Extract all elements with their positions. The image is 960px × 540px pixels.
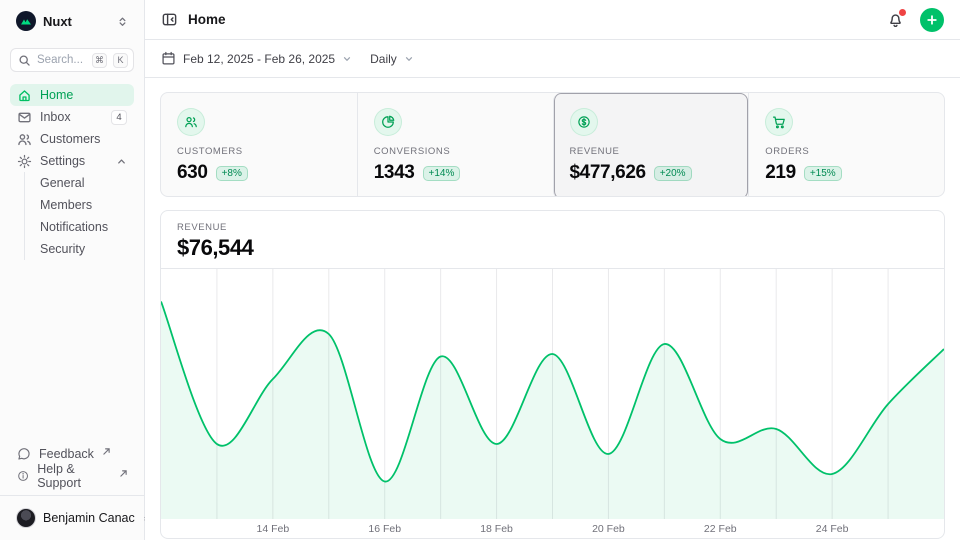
stat-orders[interactable]: ORDERS 219 +15%: [748, 93, 944, 197]
chevron-up-icon: [116, 156, 127, 167]
x-axis-label: 18 Feb: [480, 523, 513, 535]
sidebar-item-customers[interactable]: Customers: [10, 128, 134, 150]
calendar-icon: [161, 51, 176, 66]
stat-delta-badge: +14%: [423, 166, 461, 181]
stat-customers[interactable]: CUSTOMERS 630 +8%: [161, 93, 357, 197]
topbar: Home: [145, 0, 960, 40]
search-input[interactable]: Search... ⌘ K: [10, 48, 134, 72]
sidebar-footer: Feedback Help & Support Benjamin Canac: [0, 443, 144, 532]
sidebar-item-inbox[interactable]: Inbox 4: [10, 106, 134, 128]
sidebar: Nuxt Search... ⌘ K Home Inbox 4 Cust: [0, 0, 145, 540]
external-link-icon: [120, 466, 127, 480]
stat-delta-badge: +20%: [654, 166, 692, 181]
sidebar-item-label: Inbox: [40, 110, 103, 124]
user-name: Benjamin Canac: [43, 511, 135, 525]
stat-value: $477,626: [570, 162, 646, 184]
users-icon: [177, 108, 205, 136]
sub-item-label: Notifications: [40, 220, 108, 234]
x-axis: 14 Feb 16 Feb 18 Feb 20 Feb 22 Feb 24 Feb: [161, 519, 944, 538]
collapse-sidebar-button[interactable]: [161, 11, 178, 28]
stat-label: ORDERS: [765, 146, 928, 157]
chart-value: $76,544: [177, 235, 928, 261]
stat-revenue[interactable]: REVENUE $477,626 +20%: [553, 93, 749, 197]
nuxt-logo-icon: [16, 11, 36, 31]
stat-value: 219: [765, 162, 796, 184]
sub-item-label: Security: [40, 242, 85, 256]
stat-conversions[interactable]: CONVERSIONS 1343 +14%: [357, 93, 553, 197]
info-circle-icon: [17, 469, 29, 483]
search-placeholder: Search...: [37, 54, 86, 66]
shopping-cart-icon: [765, 108, 793, 136]
notifications-button[interactable]: [887, 11, 904, 28]
page-title: Home: [188, 12, 877, 27]
stat-label: CUSTOMERS: [177, 146, 341, 157]
revenue-chart-svg: [161, 269, 944, 519]
x-axis-label: 16 Feb: [368, 523, 401, 535]
sidebar-item-home[interactable]: Home: [10, 84, 134, 106]
dollar-circle-icon: [570, 108, 598, 136]
stats-row: CUSTOMERS 630 +8% CONVERSIONS 1343 +14%: [160, 92, 945, 197]
sub-item-label: Members: [40, 198, 92, 212]
stat-value: 630: [177, 162, 208, 184]
granularity-select[interactable]: Daily: [370, 52, 414, 66]
sidebar-item-settings[interactable]: Settings: [10, 150, 134, 172]
user-menu-button[interactable]: Benjamin Canac: [10, 504, 134, 532]
app-root: Nuxt Search... ⌘ K Home Inbox 4 Cust: [0, 0, 960, 540]
stat-delta-badge: +15%: [804, 166, 842, 181]
chevron-down-icon: [404, 54, 414, 64]
revenue-chart-card: REVENUE $76,544 14 Feb 16 Feb 18 Feb 20 Feb…: [160, 210, 945, 539]
help-support-label: Help & Support: [37, 462, 111, 490]
notification-dot: [899, 9, 906, 16]
x-axis-label: 14 Feb: [256, 523, 289, 535]
workspace-name: Nuxt: [43, 14, 110, 29]
sidebar-nav: Home Inbox 4 Customers Settings General: [0, 84, 144, 443]
chart-header: REVENUE $76,544: [161, 211, 944, 269]
add-button[interactable]: [920, 8, 944, 32]
stat-label: REVENUE: [570, 146, 733, 157]
gear-icon: [17, 154, 32, 169]
kbd-meta: ⌘: [92, 53, 107, 68]
user-avatar: [16, 508, 36, 528]
panel-left-icon: [161, 11, 178, 28]
sidebar-item-general[interactable]: General: [34, 172, 134, 194]
sidebar-item-members[interactable]: Members: [34, 194, 134, 216]
feedback-label: Feedback: [39, 447, 94, 461]
sidebar-item-security[interactable]: Security: [34, 238, 134, 260]
stat-label: CONVERSIONS: [374, 146, 537, 157]
external-link-icon: [103, 444, 110, 458]
sidebar-item-notifications[interactable]: Notifications: [34, 216, 134, 238]
inbox-icon: [17, 110, 32, 125]
date-range-label: Feb 12, 2025 - Feb 26, 2025: [183, 52, 335, 66]
pie-chart-icon: [374, 108, 402, 136]
chart-label: REVENUE: [177, 222, 928, 233]
search-icon: [18, 54, 31, 67]
chevron-up-down-icon: [117, 16, 128, 27]
sidebar-item-label: Settings: [40, 154, 108, 168]
chevron-down-icon: [342, 54, 352, 64]
workspace-switcher[interactable]: Nuxt: [10, 8, 134, 34]
date-range-picker[interactable]: Feb 12, 2025 - Feb 26, 2025: [161, 51, 352, 66]
sidebar-divider: [0, 495, 144, 496]
inbox-count-badge: 4: [111, 110, 127, 125]
x-axis-label: 20 Feb: [592, 523, 625, 535]
chart-plot-area[interactable]: [161, 269, 944, 519]
x-axis-label: 24 Feb: [816, 523, 849, 535]
plus-icon: [926, 14, 938, 26]
home-icon: [17, 88, 32, 103]
chat-bubble-icon: [17, 447, 31, 461]
help-support-link[interactable]: Help & Support: [10, 465, 134, 487]
settings-subnav: General Members Notifications Security: [24, 172, 134, 260]
sidebar-item-label: Home: [40, 88, 127, 102]
page-content: CUSTOMERS 630 +8% CONVERSIONS 1343 +14%: [145, 78, 960, 540]
filters-toolbar: Feb 12, 2025 - Feb 26, 2025 Daily: [145, 40, 960, 78]
stat-delta-badge: +8%: [216, 166, 248, 181]
users-icon: [17, 132, 32, 147]
kbd-k: K: [113, 53, 128, 68]
sidebar-item-label: Customers: [40, 132, 127, 146]
stat-value: 1343: [374, 162, 415, 184]
granularity-label: Daily: [370, 52, 397, 66]
x-axis-label: 22 Feb: [704, 523, 737, 535]
main-area: Home Feb 12, 2025 - Feb 26, 2025 Daily: [145, 0, 960, 540]
sub-item-label: General: [40, 176, 84, 190]
